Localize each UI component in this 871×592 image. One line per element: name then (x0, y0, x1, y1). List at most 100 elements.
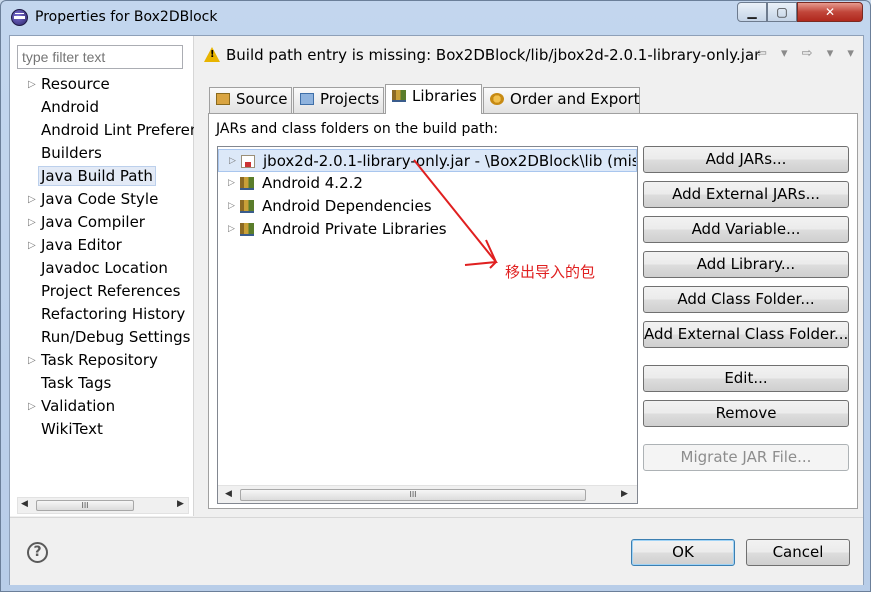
library-icon (240, 200, 254, 213)
libraries-icon (392, 90, 406, 102)
tree-item-label: Resource (41, 75, 110, 93)
list-item-android-dependencies[interactable]: ▷ Android Dependencies (218, 195, 637, 218)
build-path-list[interactable]: ▷ jbox2d-2.0.1-library-only.jar - \Box2D… (217, 146, 638, 504)
warning-message: Build path entry is missing: Box2DBlock/… (226, 46, 761, 64)
tree-item-label: Task Tags (41, 374, 112, 392)
tree-item-label: Project References (41, 282, 181, 300)
tab-label: Source (236, 90, 288, 108)
minimize-button[interactable]: ▁ (737, 2, 767, 22)
dialog-client-area: ▷ Resource Android Android Lint Preferenc… (9, 35, 864, 585)
panel-label: JARs and class folders on the build path… (216, 121, 499, 137)
list-item-android-4-2-2[interactable]: ▷ Android 4.2.2 (218, 172, 637, 195)
tree-item-label: Javadoc Location (41, 259, 168, 277)
add-variable-button[interactable]: Add Variable... (643, 216, 849, 243)
edit-button[interactable]: Edit... (643, 365, 849, 392)
expand-arrow-icon[interactable]: ▷ (228, 195, 235, 218)
tree-item-android[interactable]: Android (10, 96, 194, 119)
eclipse-icon (11, 9, 28, 26)
tree-item-label: Android (41, 98, 99, 116)
history-nav-icons[interactable]: ⇦ ▾ ⇨ ▾ ▾ (756, 46, 859, 61)
list-item-android-private-libraries[interactable]: ▷ Android Private Libraries (218, 218, 637, 241)
close-button[interactable]: ✕ (797, 2, 863, 22)
scroll-right-icon[interactable]: ▶ (177, 499, 184, 509)
tree-item-java-compiler[interactable]: ▷ Java Compiler (10, 211, 194, 234)
library-icon (240, 223, 254, 236)
tree-item-label: Java Build Path (38, 166, 156, 186)
tab-order-and-export[interactable]: Order and Export (483, 87, 640, 113)
tree-item-android-lint[interactable]: Android Lint Preferences (10, 119, 194, 142)
tree-item-label: Refactoring History (41, 305, 186, 323)
tree-item-project-references[interactable]: Project References (10, 280, 194, 303)
tree-item-label: Validation (41, 397, 116, 415)
title-bar[interactable]: Properties for Box2DBlock ▁ ▢ ✕ (1, 1, 870, 35)
help-icon[interactable]: ? (27, 542, 48, 563)
library-icon (240, 177, 254, 190)
expand-arrow-icon[interactable]: ▷ (229, 150, 236, 171)
warning-icon (204, 47, 220, 62)
filter-input[interactable] (17, 45, 183, 69)
cancel-button[interactable]: Cancel (746, 539, 850, 566)
tree-item-label: Android Lint Preferences (41, 121, 194, 139)
expand-arrow-icon[interactable]: ▷ (28, 349, 36, 372)
tree-item-task-repository[interactable]: ▷ Task Repository (10, 349, 194, 372)
tree-item-label: Java Compiler (41, 213, 145, 231)
tree-item-label: WikiText (41, 420, 103, 438)
tree-item-builders[interactable]: Builders (10, 142, 194, 165)
maximize-button[interactable]: ▢ (767, 2, 797, 22)
remove-button[interactable]: Remove (643, 400, 849, 427)
tree-item-label: Java Code Style (41, 190, 159, 208)
list-item-label: Android Dependencies (262, 197, 432, 215)
annotation-label: 移出导入的包 (505, 263, 596, 281)
tree-item-label: Run/Debug Settings (41, 328, 191, 346)
ok-button[interactable]: OK (631, 539, 735, 566)
tree-item-java-editor[interactable]: ▷ Java Editor (10, 234, 194, 257)
add-jars-button[interactable]: Add JARs... (643, 146, 849, 173)
expand-arrow-icon[interactable]: ▷ (28, 188, 36, 211)
scroll-left-icon[interactable]: ◀ (225, 489, 232, 499)
source-folder-icon (216, 93, 230, 105)
tree-item-java-code-style[interactable]: ▷ Java Code Style (10, 188, 194, 211)
tree-item-wikitext[interactable]: WikiText (10, 418, 194, 441)
add-external-class-folder-button[interactable]: Add External Class Folder... (643, 321, 849, 348)
category-pane: ▷ Resource Android Android Lint Preferenc… (10, 36, 194, 516)
tree-item-javadoc-location[interactable]: Javadoc Location (10, 257, 194, 280)
list-item-label: Android Private Libraries (262, 220, 447, 238)
properties-dialog: Properties for Box2DBlock ▁ ▢ ✕ ▷ Resourc… (0, 0, 871, 592)
jar-missing-icon (241, 155, 255, 168)
tree-item-refactoring-history[interactable]: Refactoring History (10, 303, 194, 326)
tab-label: Libraries (412, 87, 477, 105)
dialog-footer: ? OK Cancel (10, 517, 863, 585)
scroll-left-icon[interactable]: ◀ (21, 499, 28, 509)
add-class-folder-button[interactable]: Add Class Folder... (643, 286, 849, 313)
tab-projects[interactable]: Projects (293, 87, 384, 113)
tab-label: Projects (320, 90, 380, 108)
tree-item-run-debug-settings[interactable]: Run/Debug Settings (10, 326, 194, 349)
tab-source[interactable]: Source (209, 87, 292, 113)
add-library-button[interactable]: Add Library... (643, 251, 849, 278)
expand-arrow-icon[interactable]: ▷ (228, 172, 235, 195)
projects-folder-icon (300, 93, 314, 105)
scroll-thumb[interactable]: III (36, 500, 134, 511)
expand-arrow-icon[interactable]: ▷ (28, 395, 36, 418)
expand-arrow-icon[interactable]: ▷ (228, 218, 235, 241)
expand-arrow-icon[interactable]: ▷ (28, 73, 36, 96)
tree-item-label: Java Editor (41, 236, 122, 254)
list-horizontal-scrollbar[interactable]: ◀ III ▶ (218, 485, 637, 503)
list-item-label: jbox2d-2.0.1-library-only.jar - \Box2DBl… (263, 152, 637, 170)
scroll-thumb[interactable]: III (240, 489, 586, 501)
tree-item-resource[interactable]: ▷ Resource (10, 73, 194, 96)
tab-libraries[interactable]: Libraries (385, 84, 482, 114)
expand-arrow-icon[interactable]: ▷ (28, 211, 36, 234)
tree-item-validation[interactable]: ▷ Validation (10, 395, 194, 418)
scroll-right-icon[interactable]: ▶ (621, 489, 628, 499)
tree-item-java-build-path[interactable]: Java Build Path (10, 165, 194, 188)
category-horizontal-scrollbar[interactable]: ◀ III ▶ (17, 497, 189, 514)
tab-label: Order and Export (510, 90, 640, 108)
migrate-jar-button[interactable]: Migrate JAR File... (643, 444, 849, 471)
list-item-jbox2d[interactable]: ▷ jbox2d-2.0.1-library-only.jar - \Box2D… (218, 149, 637, 172)
tree-item-label: Task Repository (41, 351, 158, 369)
tree-item-task-tags[interactable]: Task Tags (10, 372, 194, 395)
add-external-jars-button[interactable]: Add External JARs... (643, 181, 849, 208)
expand-arrow-icon[interactable]: ▷ (28, 234, 36, 257)
category-tree: ▷ Resource Android Android Lint Preferenc… (10, 73, 194, 441)
